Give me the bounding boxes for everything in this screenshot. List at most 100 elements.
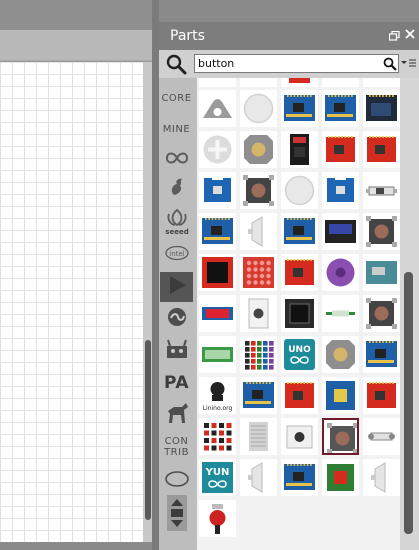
bin-tab-arduino[interactable] (160, 144, 193, 174)
search-input[interactable] (198, 56, 378, 71)
part-tile-green-wire[interactable] (322, 295, 359, 332)
part-tile-red-knob[interactable] (199, 500, 236, 537)
part-tile-white-module[interactable] (240, 295, 277, 332)
part-tile-blue-board[interactable] (240, 377, 277, 414)
part-tile-red-grid[interactable] (240, 254, 277, 291)
svg-text:intel: intel (169, 250, 184, 258)
part-tile-yun-logo[interactable]: YUN (199, 459, 236, 496)
bin-tab-mine[interactable]: MINE (160, 114, 193, 144)
part-tile-blue-yellow[interactable] (322, 377, 359, 414)
part-tile-partial[interactable] (240, 78, 277, 87)
bin-tab-intel[interactable]: intel (160, 240, 193, 270)
part-tile-partial[interactable] (281, 78, 318, 87)
part-tile-green-lcd[interactable] (199, 336, 236, 373)
bin-tab-lilypad[interactable] (160, 336, 193, 366)
part-tile-blue-board[interactable] (281, 213, 318, 250)
bin-tab-label: MINE (162, 123, 191, 135)
part-tile-blue-board[interactable] (322, 90, 359, 127)
bin-tab-label: PA (163, 372, 190, 393)
part-tile-lcd[interactable] (322, 213, 359, 250)
part-tile-red-board[interactable] (281, 377, 318, 414)
part-tile-grey-slot[interactable] (240, 418, 277, 455)
dock-splitter[interactable] (152, 0, 159, 550)
part-tile-side-white[interactable] (363, 459, 400, 496)
part-tile-red-board[interactable] (363, 131, 400, 168)
part-tile-black-module[interactable] (281, 131, 318, 168)
part-tile-side-white[interactable] (240, 213, 277, 250)
part-tile-led-grid[interactable] (240, 336, 277, 373)
temp-bin-icon: ​ (164, 469, 190, 493)
bin-tab-more[interactable] (160, 495, 193, 531)
canvas-horizontal-scrollbar[interactable] (0, 542, 152, 550)
bin-tab-animal[interactable] (160, 400, 193, 430)
search-options-menu-icon[interactable] (401, 58, 417, 68)
part-tile-big-black-button[interactable] (281, 295, 318, 332)
part-tile-round-cross[interactable] (199, 131, 236, 168)
part-tile-red-square[interactable] (199, 254, 236, 291)
part-tile-red-board[interactable] (281, 254, 318, 291)
part-tile-red-board[interactable] (322, 131, 359, 168)
part-tile-blue-small[interactable] (322, 172, 359, 209)
part-tile-gear-switch[interactable] (363, 418, 400, 455)
part-tile-blue-board[interactable] (281, 90, 318, 127)
arduino-logo-icon (165, 150, 189, 169)
part-tile-round-white[interactable] (281, 172, 318, 209)
bin-tab-contrib[interactable]: CON TRIB (160, 432, 193, 462)
part-tile-round-white[interactable] (240, 90, 277, 127)
results-scroll-thumb[interactable] (404, 272, 413, 534)
robot-icon (164, 338, 190, 364)
sketch-titlebar (0, 0, 152, 30)
part-tile-green-red[interactable] (322, 459, 359, 496)
part-tile-blue-small[interactable] (199, 172, 236, 209)
part-tile-blue-board[interactable] (199, 213, 236, 250)
fritzing-logo-icon (168, 177, 186, 201)
search-bin-icon (164, 273, 190, 301)
search-icon[interactable] (165, 53, 187, 75)
bin-tab-seeed[interactable]: seeed (160, 208, 193, 238)
bin-tab-temp[interactable]: ​ (160, 466, 193, 496)
breadboard-grid-canvas[interactable] (0, 62, 143, 542)
part-tile-blue-board[interactable] (281, 459, 318, 496)
part-tile-blue-board[interactable] (363, 336, 400, 373)
part-tile-grey-dome[interactable] (199, 90, 236, 127)
part-tile-partial[interactable] (363, 78, 400, 87)
part-tile-teal-module[interactable] (363, 254, 400, 291)
seeed-logo-icon: seeed (163, 207, 191, 239)
part-tile-partial[interactable] (199, 78, 236, 87)
search-submit-icon[interactable] (383, 56, 397, 71)
part-tile-dark-board[interactable] (363, 90, 400, 127)
close-panel-icon[interactable] (404, 28, 416, 42)
part-tile-purple-round[interactable] (322, 254, 359, 291)
part-tile-tactile-brown[interactable] (363, 295, 400, 332)
part-tile-tactile-brown[interactable] (363, 213, 400, 250)
bin-tab-snootlab[interactable] (160, 304, 193, 334)
bin-tab-label: CON TRIB (164, 436, 189, 458)
part-tile-linino[interactable]: Linino.org (199, 377, 236, 414)
bin-tab-pa[interactable]: PA (160, 368, 193, 398)
sketch-tab-bar (0, 30, 152, 61)
svg-text:seeed: seeed (165, 228, 188, 235)
moose-icon (164, 401, 190, 429)
part-tile-slide-switch[interactable] (363, 172, 400, 209)
snootlab-logo-icon (165, 306, 189, 332)
part-tile-uno-logo[interactable]: UNO (281, 336, 318, 373)
part-tile-white-button[interactable] (281, 418, 318, 455)
svg-text:Linino.org: Linino.org (203, 405, 233, 412)
parts-search-field[interactable] (194, 54, 399, 73)
part-tile-blue-display[interactable] (199, 295, 236, 332)
part-tile-tactile-brown-sel[interactable] (322, 418, 359, 455)
part-tile-tactile-gold[interactable] (240, 131, 277, 168)
part-tile-red-matrix[interactable] (199, 418, 236, 455)
bin-tab-core[interactable]: CORE (160, 83, 193, 113)
scroll-arrows-icon (164, 493, 190, 537)
float-panel-icon[interactable] (388, 30, 400, 41)
part-tile-tactile-brown[interactable] (240, 172, 277, 209)
part-tile-red-board[interactable] (363, 377, 400, 414)
canvas-scroll-thumb[interactable] (145, 340, 151, 520)
bin-tab-fritzing[interactable] (160, 174, 193, 204)
bin-tab-search[interactable] (160, 272, 193, 302)
part-tile-side-white[interactable] (240, 459, 277, 496)
parts-panel-title: Parts (170, 28, 205, 44)
part-tile-partial[interactable] (322, 78, 359, 87)
part-tile-tactile-gold[interactable] (322, 336, 359, 373)
